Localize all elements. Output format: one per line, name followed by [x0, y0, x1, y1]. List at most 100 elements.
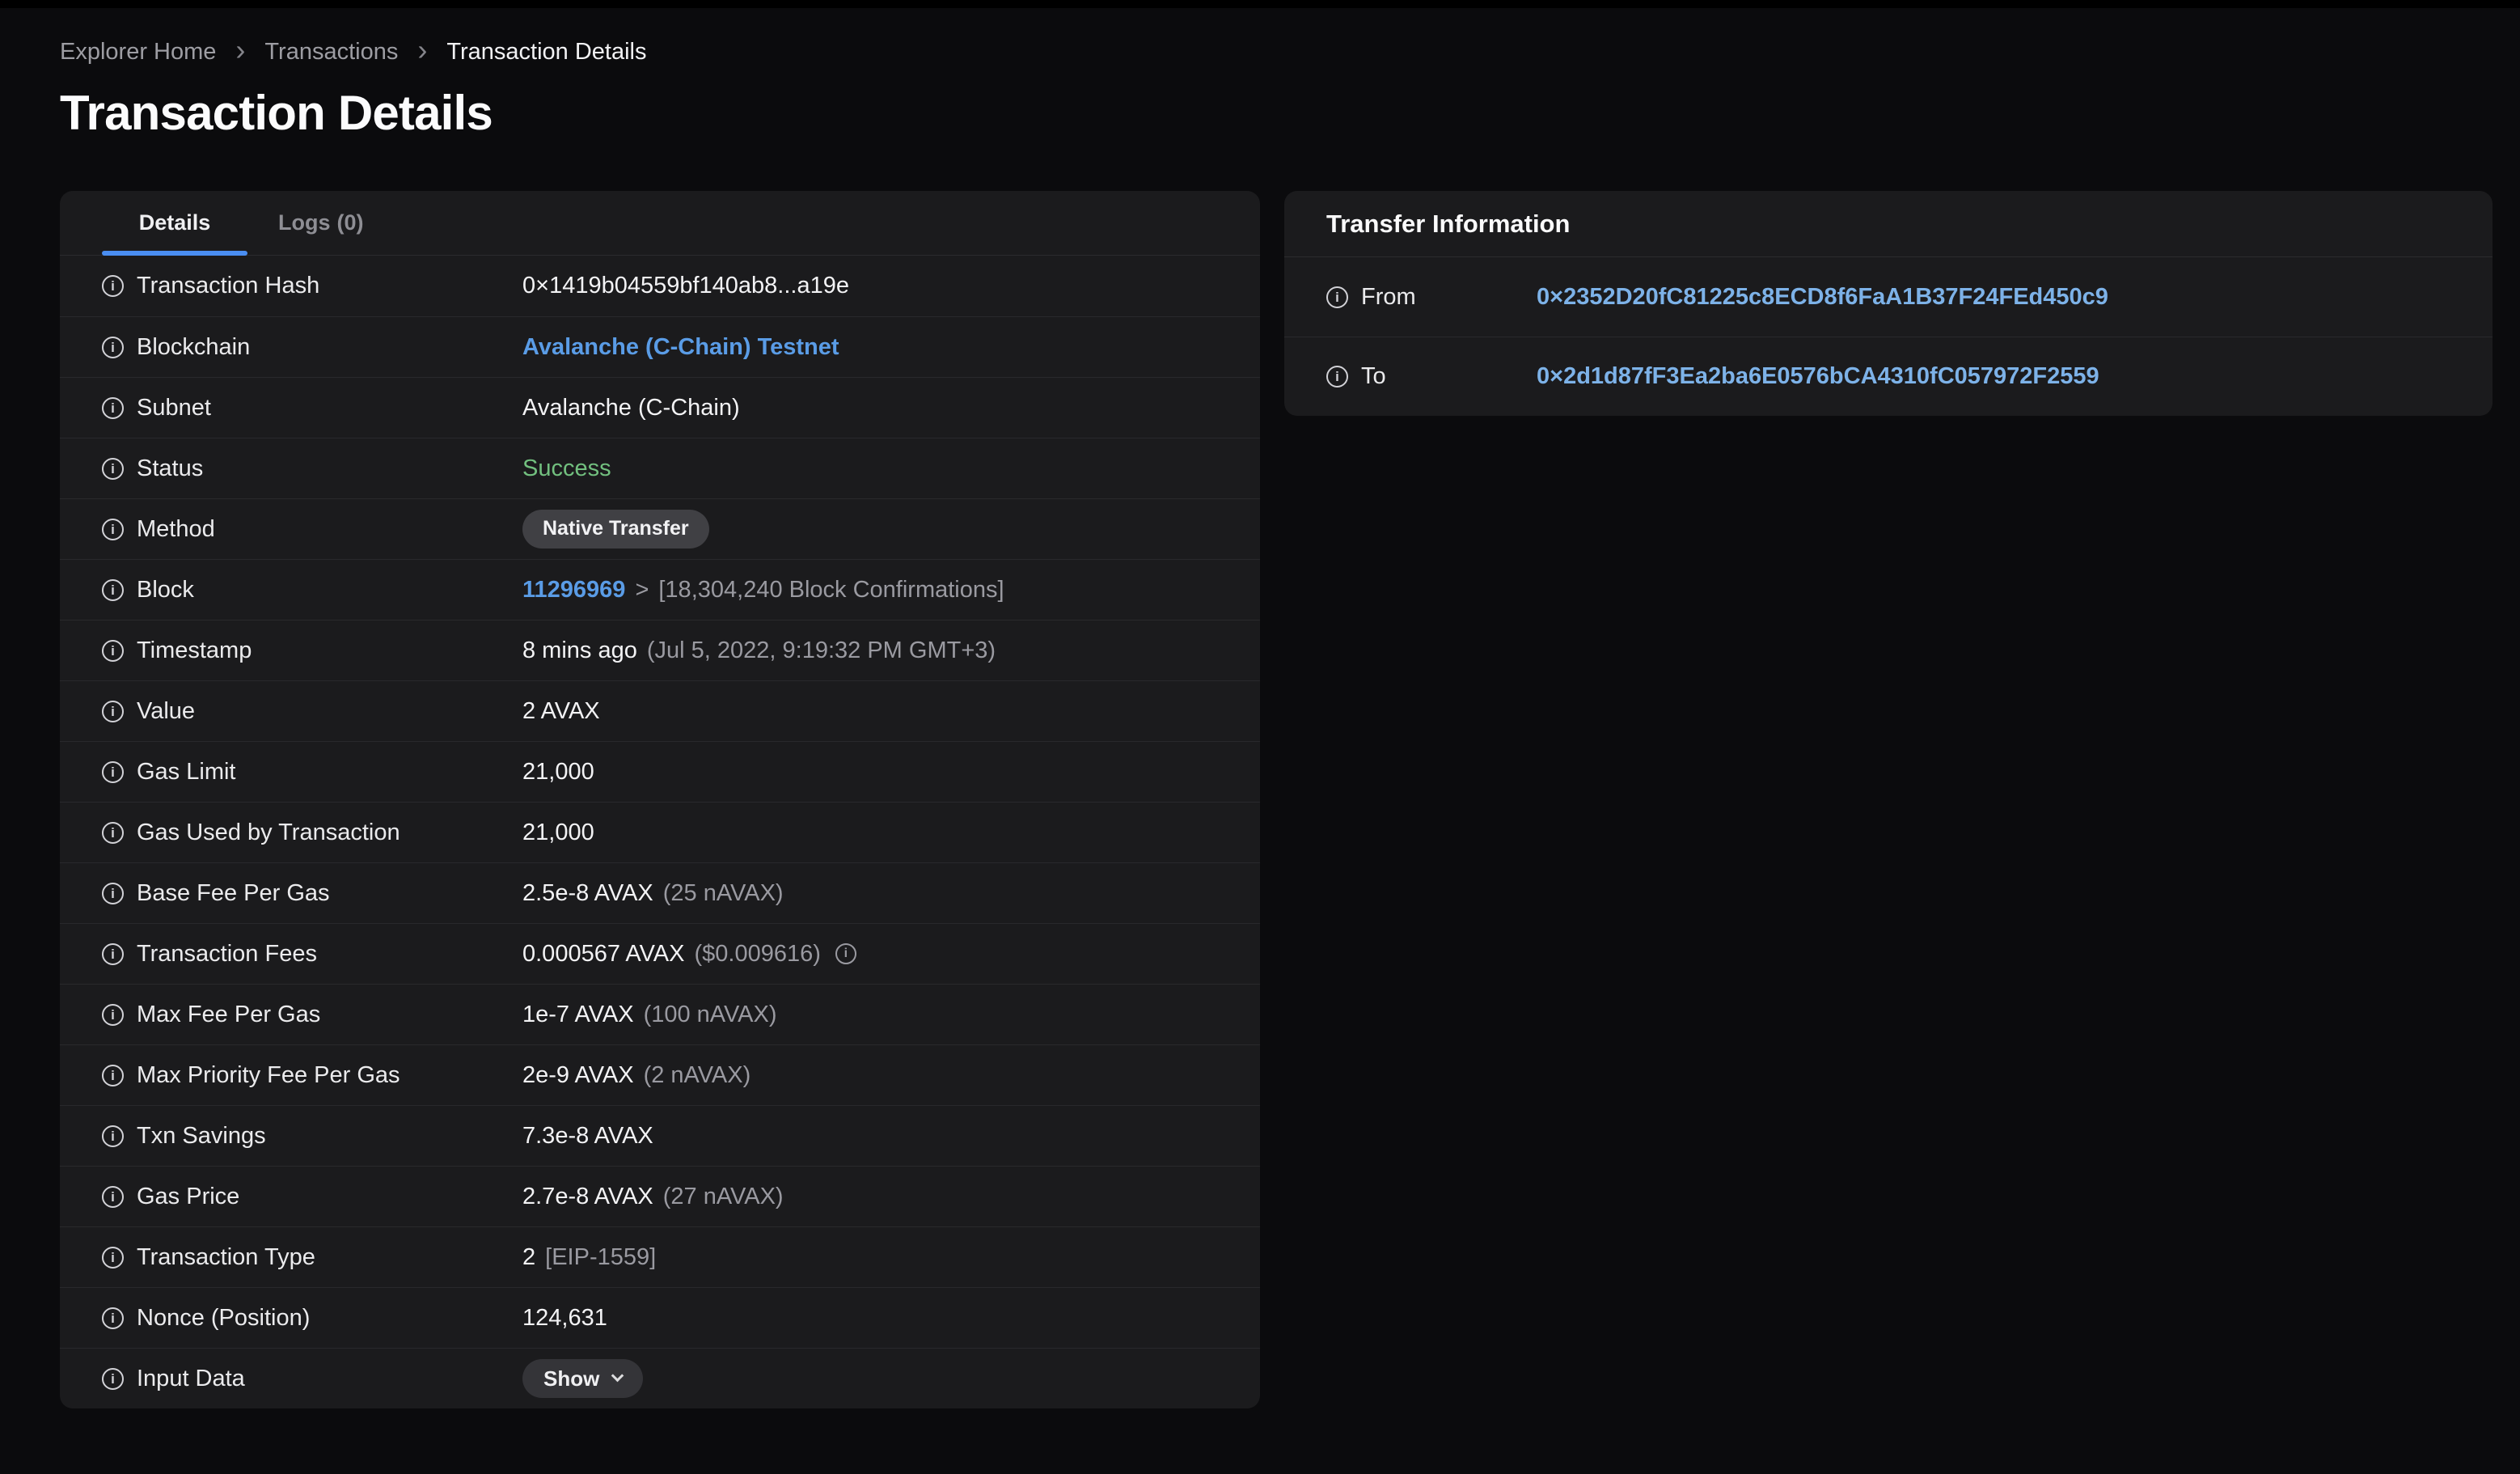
row-value: Avalanche (C-Chain) Testnet	[522, 334, 839, 361]
row-left: i Txn Savings	[102, 1123, 522, 1150]
row-transaction-hash: i Transaction Hash 0×1419b04559bf140ab8...…	[60, 256, 1260, 316]
info-icon[interactable]: i	[1326, 366, 1348, 388]
row-left: i Base Fee Per Gas	[102, 880, 522, 907]
row-label: Transaction Fees	[137, 940, 317, 967]
tab-logs-label: Logs	[278, 210, 331, 235]
row-left: i Timestamp	[102, 637, 522, 664]
row-left: i Transaction Fees	[102, 941, 522, 968]
content: Details Logs (0) i Transaction Hash 0×1419…	[60, 191, 2520, 1408]
fees-usd: ($0.009616)	[694, 940, 821, 967]
row-max-priority-fee-per-gas: i Max Priority Fee Per Gas 2e-9 AVAX (2 nAV…	[60, 1044, 1260, 1105]
row-label: Transaction Hash	[137, 273, 320, 299]
row-method: i Method Native Transfer	[60, 498, 1260, 559]
info-icon[interactable]: i	[102, 518, 124, 540]
status-value: Success	[522, 455, 611, 481]
row-label: Max Priority Fee Per Gas	[137, 1061, 400, 1088]
row-value: 2.7e-8 AVAX (27 nAVAX)	[522, 1184, 784, 1210]
row-label: Nonce (Position)	[137, 1304, 311, 1331]
info-icon[interactable]: i	[102, 1185, 124, 1208]
gas-used-value: 21,000	[522, 819, 594, 845]
row-label: Base Fee Per Gas	[137, 879, 330, 906]
gas-price-navax: (27 nAVAX)	[662, 1183, 784, 1209]
gas-limit-value: 21,000	[522, 758, 594, 785]
row-blockchain: i Blockchain Avalanche (C-Chain) Testnet	[60, 316, 1260, 377]
info-icon[interactable]: i	[102, 578, 124, 601]
row-from: i From 0×2352D20fC81225c8ECD8f6FaA1B37F24F…	[1284, 257, 2493, 337]
info-icon[interactable]: i	[102, 1307, 124, 1329]
info-icon[interactable]: i	[102, 1246, 124, 1269]
row-value: 8 mins ago (Jul 5, 2022, 9:19:32 PM GMT+3…	[522, 637, 996, 664]
info-icon[interactable]: i	[102, 942, 124, 965]
info-icon[interactable]: i	[102, 1064, 124, 1086]
from-address-link[interactable]: 0×2352D20fC81225c8ECD8f6FaA1B37F24FEd450…	[1537, 284, 2108, 311]
info-icon[interactable]: i	[102, 882, 124, 904]
max-fee-value: 1e-7 AVAX	[522, 1001, 634, 1027]
page: Explorer Home › Transactions › Transacti…	[0, 0, 2520, 1408]
max-fee-navax: (100 nAVAX)	[643, 1001, 777, 1027]
breadcrumb-explorer-home[interactable]: Explorer Home	[60, 39, 216, 66]
row-left: i Max Priority Fee Per Gas	[102, 1062, 522, 1089]
info-icon[interactable]: i	[102, 457, 124, 480]
row-value: Avalanche (C-Chain)	[522, 395, 740, 421]
row-left: i Max Fee Per Gas	[102, 1002, 522, 1028]
info-icon[interactable]: i	[102, 639, 124, 662]
base-fee-value: 2.5e-8 AVAX	[522, 879, 653, 906]
row-value: 0×2d1d87fF3Ea2ba6E0576bCA4310fC057972F25…	[1537, 363, 2099, 390]
row-nonce: i Nonce (Position) 124,631	[60, 1287, 1260, 1348]
row-txn-savings: i Txn Savings 7.3e-8 AVAX	[60, 1105, 1260, 1166]
breadcrumb: Explorer Home › Transactions › Transacti…	[60, 35, 2520, 66]
row-left: i Block	[102, 577, 522, 604]
row-label: To	[1361, 363, 1386, 389]
row-left: i Nonce (Position)	[102, 1305, 522, 1332]
to-address-link[interactable]: 0×2d1d87fF3Ea2ba6E0576bCA4310fC057972F25…	[1537, 363, 2099, 390]
row-left: i Value	[102, 698, 522, 725]
block-confirmations: [18,304,240 Block Confirmations]	[658, 576, 1004, 603]
row-value: Native Transfer	[522, 510, 709, 549]
nonce-value: 124,631	[522, 1304, 607, 1331]
block-link[interactable]: 11296969	[522, 577, 625, 604]
info-icon[interactable]: i	[102, 1003, 124, 1026]
row-status: i Status Success	[60, 438, 1260, 498]
info-icon[interactable]: i	[102, 336, 124, 358]
info-icon[interactable]: i	[1326, 286, 1348, 308]
row-label: Gas Used by Transaction	[137, 819, 400, 845]
row-value: 2.5e-8 AVAX (25 nAVAX)	[522, 880, 784, 907]
row-gas-limit: i Gas Limit 21,000	[60, 741, 1260, 802]
details-rows: i Transaction Hash 0×1419b04559bf140ab8...…	[60, 256, 1260, 1408]
fees-info-icon[interactable]: i	[835, 943, 856, 964]
row-value: 124,631	[522, 1305, 607, 1332]
row-value: 7.3e-8 AVAX	[522, 1123, 653, 1150]
row-left: i Gas Limit	[102, 759, 522, 786]
fees-value: 0.000567 AVAX	[522, 940, 685, 967]
row-transaction-type: i Transaction Type 2 [EIP-1559]	[60, 1226, 1260, 1287]
tab-bar: Details Logs (0)	[60, 191, 1260, 256]
row-label: Value	[137, 697, 196, 724]
info-icon[interactable]: i	[102, 821, 124, 844]
row-left: i From	[1326, 284, 1537, 311]
row-left: i Method	[102, 516, 522, 543]
details-card: Details Logs (0) i Transaction Hash 0×1419…	[60, 191, 1260, 1408]
breadcrumb-transactions[interactable]: Transactions	[264, 39, 398, 66]
row-transaction-fees: i Transaction Fees 0.000567 AVAX ($0.009616…	[60, 923, 1260, 984]
row-left: i Blockchain	[102, 334, 522, 361]
info-icon[interactable]: i	[102, 275, 124, 297]
info-icon[interactable]: i	[102, 700, 124, 722]
subnet-value: Avalanche (C-Chain)	[522, 394, 740, 421]
row-max-fee-per-gas: i Max Fee Per Gas 1e-7 AVAX (100 nAVAX)	[60, 984, 1260, 1044]
transaction-hash-value: 0×1419b04559bf140ab8...a19e	[522, 273, 849, 299]
max-priority-fee-navax: (2 nAVAX)	[643, 1061, 751, 1088]
show-button[interactable]: Show	[522, 1359, 644, 1398]
blockchain-link[interactable]: Avalanche (C-Chain) Testnet	[522, 334, 839, 361]
row-left: i Transaction Type	[102, 1244, 522, 1271]
info-icon[interactable]: i	[102, 1125, 124, 1147]
row-label: Transaction Type	[137, 1243, 315, 1270]
info-icon[interactable]: i	[102, 1367, 124, 1390]
row-gas-used: i Gas Used by Transaction 21,000	[60, 802, 1260, 862]
row-left: i Status	[102, 455, 522, 482]
info-icon[interactable]: i	[102, 396, 124, 419]
tab-details[interactable]: Details	[102, 191, 247, 256]
tab-logs[interactable]: Logs (0)	[247, 191, 395, 255]
info-icon[interactable]: i	[102, 760, 124, 783]
timestamp-relative: 8 mins ago	[522, 637, 637, 663]
transaction-type-eip: [EIP-1559]	[545, 1243, 657, 1270]
